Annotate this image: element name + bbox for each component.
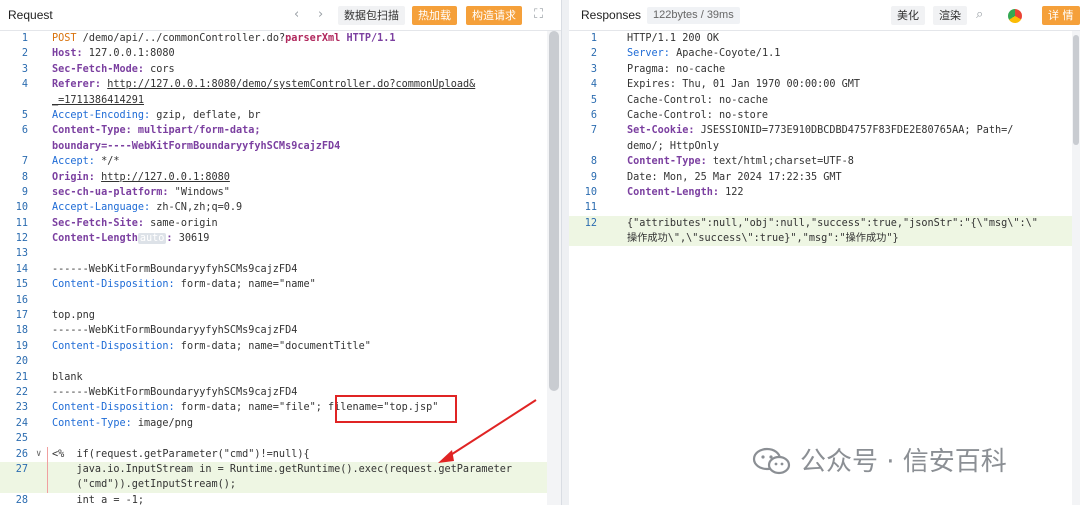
watermark-text: 公众号 · 信安百科 xyxy=(800,447,1007,477)
annotation-arrow xyxy=(438,399,537,463)
wechat-icon xyxy=(752,447,791,475)
